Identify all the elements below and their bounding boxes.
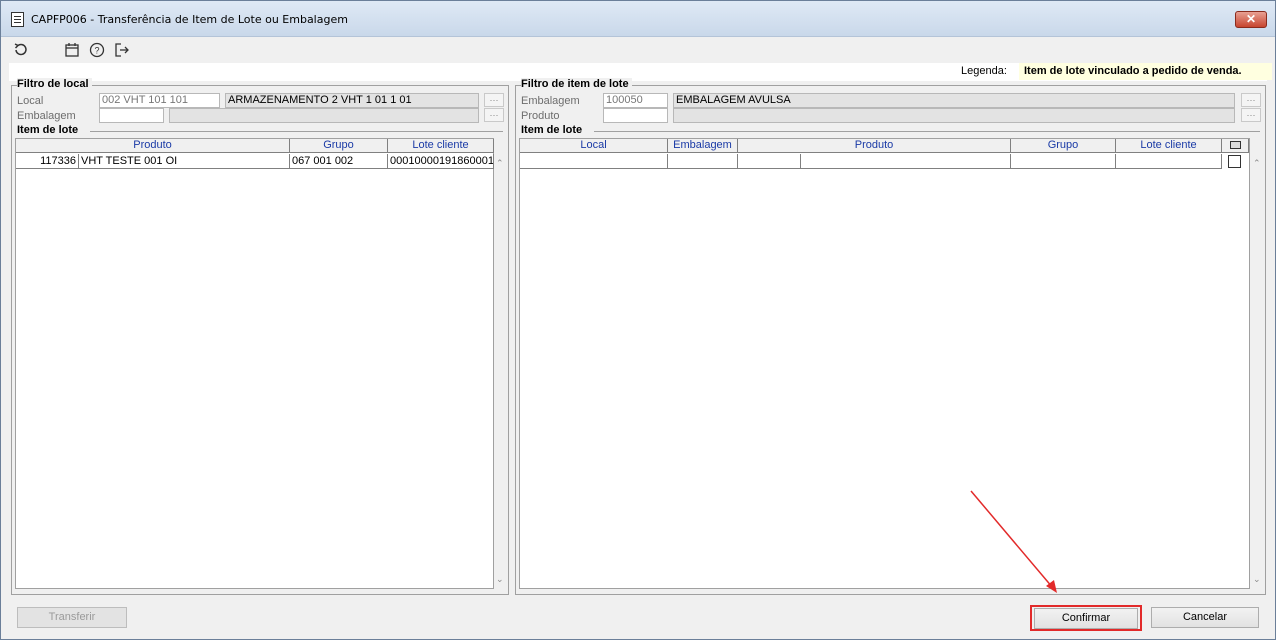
window-title: CAPFP006 - Transferência de Item de Lote…	[31, 13, 348, 26]
scroll-up-arrow[interactable]: ⌃	[1253, 158, 1261, 169]
left-panel: Filtro de local Local 002 VHT 101 101 AR…	[11, 78, 509, 595]
column-header-produto[interactable]: Produto	[16, 139, 290, 153]
column-header-embalagem[interactable]: Embalagem	[668, 139, 738, 153]
local-desc-field: ARMAZENAMENTO 2 VHT 1 01 1 01	[225, 93, 479, 108]
right-items-title: Item de lote	[521, 124, 586, 136]
right-items-divider	[594, 131, 1260, 132]
row-grupo: 067 001 002	[290, 154, 388, 169]
local-lookup-button[interactable]: ⋯	[484, 93, 504, 107]
toolbar: ?	[1, 38, 1275, 62]
produto-desc	[673, 108, 1235, 123]
column-header-grupo[interactable]: Grupo	[290, 139, 388, 153]
column-header-produto[interactable]: Produto	[738, 139, 1011, 153]
document-icon	[11, 12, 24, 27]
cancelar-button[interactable]: Cancelar	[1151, 607, 1259, 628]
row-produto	[801, 154, 1011, 169]
column-header-lote-cliente[interactable]: Lote cliente	[388, 139, 494, 153]
row-grupo	[1011, 154, 1116, 169]
row-local	[520, 154, 668, 169]
right-items-grid: Local Embalagem Produto Grupo Lote clien…	[519, 138, 1250, 589]
scroll-up-arrow[interactable]: ⌃	[496, 158, 504, 169]
left-items-title: Item de lote	[17, 124, 82, 136]
calendar-icon[interactable]	[63, 41, 81, 59]
right-embalagem-desc: EMBALAGEM AVULSA	[673, 93, 1235, 108]
close-button[interactable]: ✕	[1235, 11, 1267, 28]
legend-value: Item de lote vinculado a pedido de venda…	[1019, 63, 1272, 80]
left-items-grid: Produto Grupo Lote cliente 117336 VHT TE…	[15, 138, 494, 589]
row-lote-cliente	[1116, 154, 1222, 169]
transferir-button[interactable]: Transferir	[17, 607, 127, 628]
row-produto: VHT TESTE 001 OI	[79, 154, 290, 169]
left-filter-title: Filtro de local	[17, 78, 92, 90]
main-window: CAPFP006 - Transferência de Item de Lote…	[0, 0, 1276, 640]
row-produto-code	[738, 154, 801, 169]
right-embalagem-input[interactable]: 100050	[603, 93, 668, 108]
right-embalagem-lookup-button[interactable]: ⋯	[1241, 93, 1261, 107]
row-checkbox[interactable]	[1228, 155, 1241, 168]
column-header-grupo[interactable]: Grupo	[1011, 139, 1116, 153]
left-embalagem-input[interactable]	[99, 108, 164, 123]
right-panel: Filtro de item de lote Embalagem 100050 …	[515, 78, 1266, 595]
svg-text:?: ?	[94, 46, 99, 56]
left-items-divider	[90, 131, 503, 132]
left-embalagem-lookup-button[interactable]: ⋯	[484, 108, 504, 122]
produto-label: Produto	[521, 110, 560, 122]
legend-label: Legenda:	[961, 65, 1007, 77]
column-header-local[interactable]: Local	[520, 139, 668, 153]
produto-lookup-button[interactable]: ⋯	[1241, 108, 1261, 122]
row-lote-cliente: 00010000191860001	[388, 154, 494, 169]
column-header-lote-cliente[interactable]: Lote cliente	[1116, 139, 1222, 153]
title-bar: CAPFP006 - Transferência de Item de Lote…	[1, 1, 1275, 37]
produto-input[interactable]	[603, 108, 668, 123]
embalagem-label: Embalagem	[17, 110, 76, 122]
refresh-icon[interactable]	[12, 41, 30, 59]
right-filter-title: Filtro de item de lote	[521, 78, 632, 90]
row-embalagem	[668, 154, 738, 169]
legend-bar: Legenda: Item de lote vinculado a pedido…	[9, 63, 1272, 81]
select-all-icon[interactable]	[1229, 141, 1241, 149]
select-all-header[interactable]	[1222, 139, 1249, 153]
annotation-arrow	[970, 490, 1057, 593]
scroll-down-arrow[interactable]: ⌄	[1253, 574, 1261, 585]
help-icon[interactable]: ?	[88, 41, 106, 59]
local-code-input[interactable]: 002 VHT 101 101	[99, 93, 220, 108]
left-embalagem-desc	[169, 108, 479, 123]
local-label: Local	[17, 95, 44, 107]
confirmar-button[interactable]: Confirmar	[1034, 608, 1138, 629]
scroll-down-arrow[interactable]: ⌄	[496, 574, 504, 585]
right-embalagem-label: Embalagem	[521, 95, 580, 107]
exit-icon[interactable]	[113, 41, 131, 59]
row-code: 117336	[16, 154, 79, 169]
